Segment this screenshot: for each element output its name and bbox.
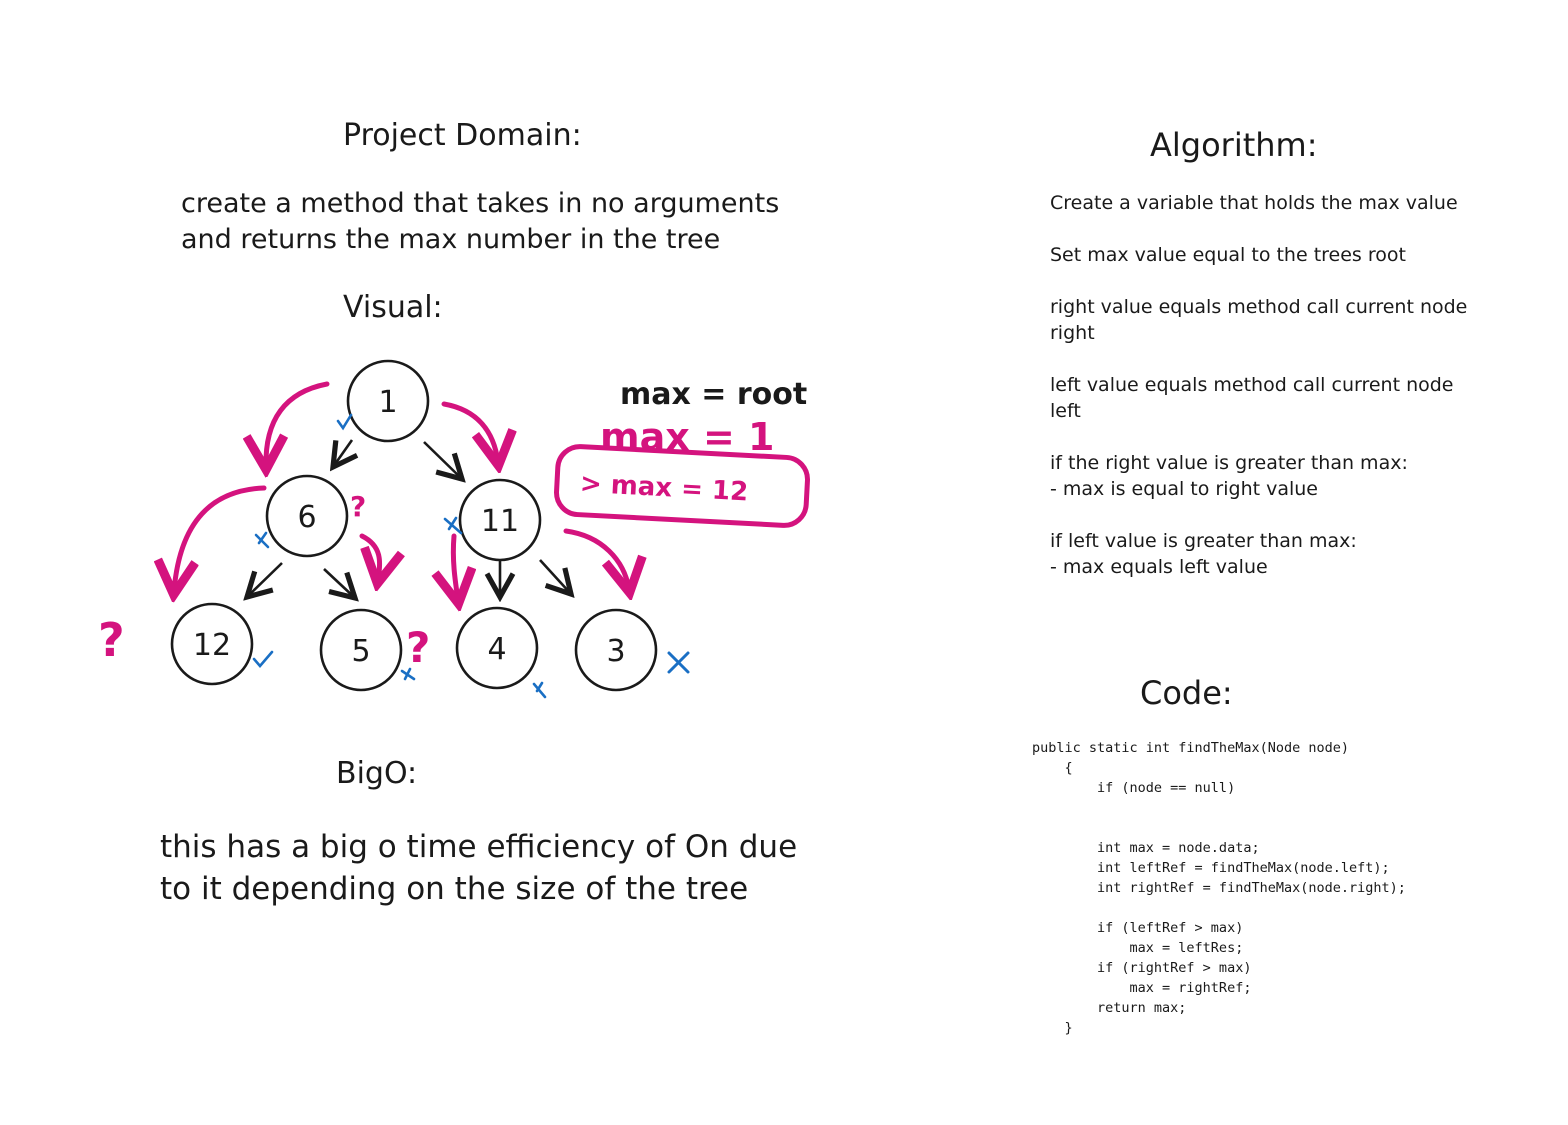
check-mark-icon (252, 650, 274, 668)
question-mark-icon: ? (350, 490, 366, 523)
node-label: 5 (351, 634, 370, 669)
question-mark-icon: ? (98, 613, 125, 667)
cross-mark-icon (443, 516, 463, 535)
tree-node-right: 11 (458, 478, 542, 562)
node-label: 4 (487, 632, 506, 667)
check-mark-icon (336, 413, 353, 431)
tree-node-leaf: 12 (170, 602, 254, 686)
edge-arrow (539, 559, 571, 594)
tree-node-leaf: 3 (574, 608, 658, 692)
pink-arrow (266, 381, 330, 466)
pink-arrow (174, 485, 267, 591)
edge-arrow (423, 441, 462, 479)
node-label: 11 (481, 504, 519, 539)
tree-node-leaf: 4 (455, 606, 539, 690)
node-label: 12 (193, 628, 231, 663)
node-label: 1 (378, 385, 397, 420)
tree-node-leaf: 5 (319, 608, 403, 692)
pink-arrow (563, 528, 629, 589)
tree-visual: 1 6 11 12 5 4 3 ? ? ? max = root max = 1… (98, 359, 810, 699)
edge-arrow (333, 439, 352, 467)
question-mark-icon: ? (406, 623, 430, 672)
cross-mark-icon (667, 651, 690, 674)
tree-node-left: 6 (265, 474, 349, 558)
tree-node-root: 1 (346, 359, 430, 443)
pink-arrow (441, 401, 498, 462)
pink-arrow (359, 533, 380, 580)
max-root-note: max = root (620, 377, 807, 412)
node-label: 3 (606, 634, 625, 669)
pink-arrow (453, 533, 458, 600)
edge-arrow (323, 568, 355, 598)
cross-mark-icon (254, 531, 270, 549)
node-label: 6 (297, 500, 316, 535)
max-twelve-note: > max = 12 (579, 469, 749, 508)
edge-arrow (247, 562, 283, 597)
cross-mark-icon (532, 681, 547, 699)
